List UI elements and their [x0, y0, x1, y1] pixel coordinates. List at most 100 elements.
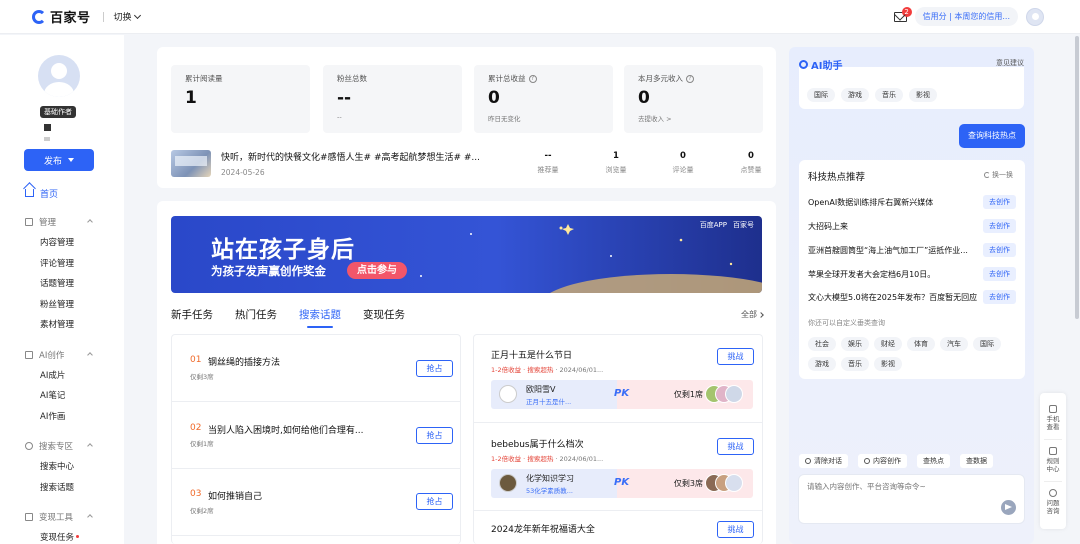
- chip-sports[interactable]: 体育: [907, 337, 935, 351]
- hot-topic-text[interactable]: 苹果全球开发者大会定档6月10日。: [808, 269, 980, 280]
- mail-icon[interactable]: 2: [893, 6, 912, 22]
- challenge-meta: 1-2倍收益 · 搜索超热 · 2024/06/01...: [491, 453, 603, 463]
- hot-topic-text[interactable]: 亚洲首艘圆筒型“海上油气加工厂”运抵作业...: [808, 245, 980, 256]
- check-data-button[interactable]: 查数据: [960, 454, 993, 468]
- metric-value: 0: [680, 151, 686, 161]
- go-create-button[interactable]: 去创作: [983, 243, 1016, 257]
- help-consult-button[interactable]: 问题咨询: [1040, 489, 1066, 515]
- create-icon: [864, 458, 870, 464]
- user-avatar[interactable]: [1026, 7, 1044, 26]
- challenge-date: · 2024/06/01...: [553, 455, 604, 463]
- rules-center-button[interactable]: 规则中心: [1040, 447, 1066, 473]
- challenge-title[interactable]: 正月十五是什么节日: [491, 348, 572, 361]
- chip-music[interactable]: 音乐: [875, 88, 903, 102]
- chip-film[interactable]: 影视: [874, 357, 902, 371]
- grab-button[interactable]: 抢占: [416, 493, 453, 510]
- content-create-button[interactable]: 内容创作: [858, 454, 907, 468]
- topic-title[interactable]: 当别人陷入困境时,如何给他们合理有...: [208, 423, 363, 436]
- home-icon: [25, 189, 34, 197]
- sidebar-group-header[interactable]: 搜索专区: [0, 439, 124, 453]
- go-create-button[interactable]: 去创作: [983, 219, 1016, 233]
- banner-join-button[interactable]: 点击参与: [347, 262, 407, 279]
- tab-newbie-tasks[interactable]: 新手任务: [171, 307, 213, 322]
- challenge-button[interactable]: 挑战: [717, 521, 754, 538]
- sidebar-item-content[interactable]: 内容管理: [0, 233, 124, 254]
- feedback-link[interactable]: 意见建议: [996, 58, 1024, 68]
- sidebar-item-materials[interactable]: 素材管理: [0, 315, 124, 336]
- chip-games[interactable]: 游戏: [841, 88, 869, 102]
- sidebar-item-search-center[interactable]: 搜索中心: [0, 457, 124, 478]
- sidebar-group-header[interactable]: AI创作: [0, 348, 124, 362]
- hot-topic-text[interactable]: 大招码上来: [808, 221, 980, 232]
- publish-button[interactable]: 发布: [24, 149, 94, 171]
- challenge-button[interactable]: 挑战: [717, 348, 754, 365]
- chip-international[interactable]: 国际: [973, 337, 1001, 351]
- switch-label: 切换: [113, 13, 132, 23]
- stat-total-earnings[interactable]: 累计总收益? 0 昨日无变化: [474, 65, 613, 133]
- hot-topic-text[interactable]: OpenAI数据训练排斥右翼新兴媒体: [808, 197, 980, 208]
- refresh-button[interactable]: 换一换: [984, 170, 1013, 180]
- stat-total-reads[interactable]: 累计阅读量 1: [171, 65, 310, 133]
- chip-film[interactable]: 影视: [909, 88, 937, 102]
- credit-score-link[interactable]: 信用分 | 本周您的信用...: [914, 7, 1018, 26]
- sidebar-item-ai-notes[interactable]: AI笔记: [0, 386, 124, 407]
- help-icon[interactable]: ?: [528, 74, 537, 83]
- topic-rank: 02: [190, 423, 202, 433]
- sidebar-item-monetize-tasks[interactable]: 变现任务: [0, 528, 124, 544]
- baidu-app-logo: 百度APP: [699, 221, 727, 229]
- chip-entertainment[interactable]: 娱乐: [841, 337, 869, 351]
- sidebar-group-header[interactable]: 变现工具: [0, 510, 124, 524]
- pk-bar[interactable]: 欧阳雪V 正月十五是什... PK 仅剩1席: [491, 380, 753, 409]
- sidebar-group-header[interactable]: 管理: [0, 215, 124, 229]
- grab-button[interactable]: 抢占: [416, 360, 453, 377]
- pk-bar[interactable]: 化学知识学习 53化学素质教... PK 仅剩3席: [491, 469, 753, 498]
- ai-command-input[interactable]: [807, 482, 1007, 491]
- topic-title[interactable]: 钢丝绳的插接方法: [208, 355, 280, 368]
- chip-auto[interactable]: 汽车: [940, 337, 968, 351]
- recent-article-row[interactable]: 快听，新时代的快餐文化#感悟人生# #高考起航梦想生活# #... 2024-0…: [171, 150, 763, 178]
- author-avatar: [499, 474, 517, 492]
- tab-hot-tasks[interactable]: 热门任务: [235, 307, 277, 322]
- chip-international[interactable]: 国际: [807, 88, 835, 102]
- tab-search-topics[interactable]: 搜索话题: [299, 307, 341, 328]
- sidebar-item-ai-video[interactable]: AI成片: [0, 366, 124, 387]
- challenge-button[interactable]: 挑战: [717, 438, 754, 455]
- hot-topic-text[interactable]: 文心大模型5.0将在2025年发布？百度暂无回应: [808, 292, 980, 303]
- page-scrollbar[interactable]: [1075, 36, 1079, 319]
- chip-finance[interactable]: 财经: [874, 337, 902, 351]
- sidebar-item-topics[interactable]: 话题管理: [0, 274, 124, 295]
- topic-title[interactable]: 如何推销自己: [208, 489, 262, 502]
- ai-icon: [25, 350, 33, 359]
- clear-chat-button[interactable]: 清除对话: [799, 454, 848, 468]
- mobile-view-button[interactable]: 手机查看: [1040, 405, 1066, 431]
- go-create-button[interactable]: 去创作: [983, 267, 1016, 281]
- go-create-button[interactable]: 去创作: [983, 290, 1016, 304]
- campaign-banner[interactable]: 站在孩子身后 为孩子发声赢创作奖金 点击参与 百度APP 百家号: [171, 216, 762, 293]
- stat-monthly-income[interactable]: 本月多元收入? 0 去提收入 >: [624, 65, 763, 133]
- switch-account-button[interactable]: 切换: [113, 10, 141, 23]
- query-tech-hotspot-button[interactable]: 查询科技热点: [959, 124, 1025, 148]
- author-avatar[interactable]: [38, 55, 80, 97]
- sidebar-item-ai-painting[interactable]: AI作画: [0, 407, 124, 428]
- challenge-title[interactable]: 2024龙年新年祝福语大全: [491, 522, 595, 535]
- brand-logo[interactable]: 百家号: [32, 7, 91, 26]
- tab-monetize-tasks[interactable]: 变现任务: [363, 307, 405, 322]
- go-create-button[interactable]: 去创作: [983, 195, 1016, 209]
- send-icon[interactable]: [1001, 500, 1016, 515]
- stat-total-fans[interactable]: 粉丝总数 -- --: [323, 65, 462, 133]
- stats-card: 累计阅读量 1 粉丝总数 -- -- 累计总收益? 0 昨日无变化 本月多元收入…: [157, 47, 776, 188]
- grab-button[interactable]: 抢占: [416, 427, 453, 444]
- help-icon[interactable]: ?: [686, 74, 694, 83]
- chip-music[interactable]: 音乐: [841, 357, 869, 371]
- withdraw-income-link[interactable]: 去提收入 >: [638, 113, 749, 123]
- view-all-link[interactable]: 全部: [741, 309, 764, 320]
- sidebar-item-search-topics[interactable]: 搜索话题: [0, 478, 124, 499]
- chip-society[interactable]: 社会: [808, 337, 836, 351]
- sidebar-item-home[interactable]: 首页: [0, 185, 124, 201]
- chip-games[interactable]: 游戏: [808, 357, 836, 371]
- sidebar-item-fans[interactable]: 粉丝管理: [0, 295, 124, 316]
- challenge-title[interactable]: bebebus属于什么档次: [491, 437, 584, 450]
- article-title[interactable]: 快听，新时代的快餐文化#感悟人生# #高考起航梦想生活# #...: [221, 150, 480, 163]
- check-hotspot-button[interactable]: 查热点: [917, 454, 950, 468]
- sidebar-item-comments[interactable]: 评论管理: [0, 254, 124, 275]
